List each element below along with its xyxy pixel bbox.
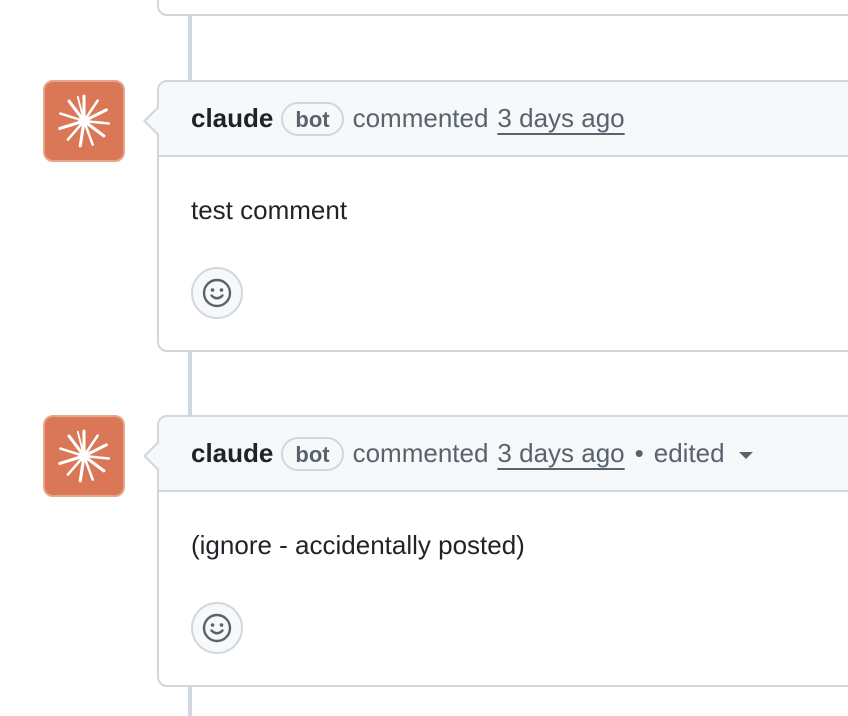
comment-body: test comment [191,195,348,225]
timeline-line [188,685,192,716]
comment-header: claude bot commented 3 days ago [159,82,848,157]
author-link[interactable]: claude [191,438,273,469]
avatar[interactable] [43,80,125,162]
bot-badge: bot [281,436,344,471]
comment-action: commented [352,103,489,133]
comment-timestamp-link[interactable]: 3 days ago [497,438,624,469]
smiley-icon [202,613,232,643]
bot-badge: bot [281,101,344,136]
timeline-line [188,350,192,416]
smiley-icon [202,278,232,308]
chevron-down-icon[interactable] [738,452,753,459]
author-link[interactable]: claude [191,103,273,134]
comment-action: commented [352,438,489,468]
add-reaction-button[interactable] [191,267,243,319]
comment-card: claude bot commented 3 days ago • edited… [143,415,848,687]
comment-pointer-fill [146,108,159,134]
claude-starburst-icon [58,429,111,483]
comment-card: claude bot commented 3 days ago test com… [143,80,848,352]
comment-timestamp-link[interactable]: 3 days ago [497,103,624,134]
edited-history-toggle[interactable]: edited [654,438,725,469]
comment-pointer-fill [146,443,159,469]
comment-body: (ignore - accidentally posted) [191,530,525,560]
avatar[interactable] [43,415,125,497]
timeline-page: claude bot commented 3 days ago test com… [0,0,848,716]
claude-starburst-icon [58,94,111,148]
add-reaction-button[interactable] [191,602,243,654]
previous-timeline-item [157,0,848,16]
header-separator: • [634,438,644,468]
comment-header: claude bot commented 3 days ago • edited [159,417,848,492]
